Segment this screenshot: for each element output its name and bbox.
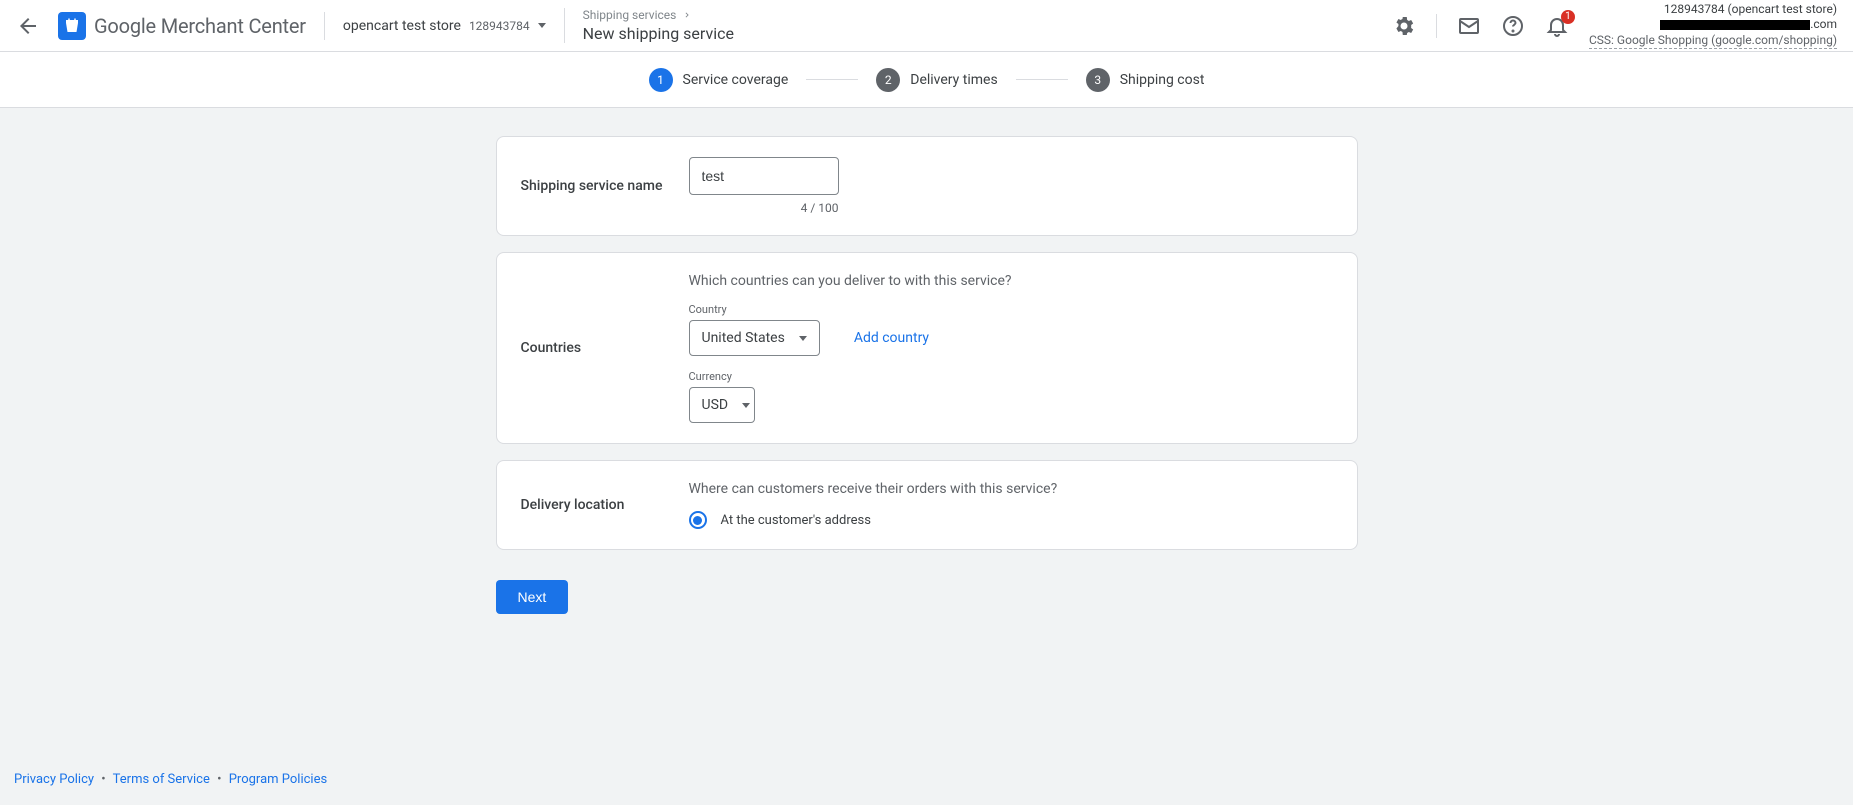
shipping-service-name-input[interactable] <box>689 157 839 195</box>
card-delivery-location: Delivery location Where can customers re… <box>496 460 1358 550</box>
account-info: 128943784 (opencart test store) .com CSS… <box>1589 2 1837 50</box>
countries-question: Which countries can you deliver to with … <box>689 273 1333 289</box>
divider <box>324 12 325 40</box>
radio-checked-icon <box>693 516 702 525</box>
chevron-right-icon <box>682 10 692 20</box>
char-counter: 4 / 100 <box>689 201 839 215</box>
step-connector <box>806 79 858 80</box>
currency-field-label: Currency <box>689 370 1333 383</box>
program-policies-link[interactable]: Program Policies <box>229 772 327 787</box>
notifications-icon[interactable]: 1 <box>1545 14 1569 38</box>
country-field-label: Country <box>689 303 1333 316</box>
top-bar: Google Merchant Center opencart test sto… <box>0 0 1853 52</box>
label-countries: Countries <box>521 340 582 356</box>
radio-customer-address[interactable] <box>689 511 707 529</box>
label-shipping-service-name: Shipping service name <box>521 178 663 194</box>
store-id: 128943784 <box>469 19 530 33</box>
account-line1: 128943784 (opencart test store) <box>1589 2 1837 18</box>
mail-icon[interactable] <box>1457 14 1481 38</box>
step-number: 2 <box>876 68 900 92</box>
merchant-center-tag-icon <box>58 12 86 40</box>
notification-badge: 1 <box>1561 10 1575 24</box>
app-name: Google Merchant Center <box>94 14 306 38</box>
radio-customer-address-label: At the customer's address <box>721 513 871 528</box>
step-delivery-times[interactable]: 2 Delivery times <box>876 68 997 92</box>
card-countries: Countries Which countries can you delive… <box>496 252 1358 444</box>
breadcrumb-block: Shipping services New shipping service <box>564 8 734 43</box>
app-logo: Google Merchant Center <box>58 12 306 40</box>
currency-select[interactable]: USD <box>689 387 755 423</box>
css-shopping-line: CSS: Google Shopping (google.com/shoppin… <box>1589 33 1837 50</box>
step-shipping-cost[interactable]: 3 Shipping cost <box>1086 68 1205 92</box>
step-number: 3 <box>1086 68 1110 92</box>
privacy-policy-link[interactable]: Privacy Policy <box>14 772 94 787</box>
redacted-email <box>1660 20 1810 30</box>
label-delivery-location: Delivery location <box>521 497 625 513</box>
help-icon[interactable] <box>1501 14 1525 38</box>
caret-down-icon <box>538 23 546 28</box>
add-country-link[interactable]: Add country <box>854 330 929 346</box>
page-title: New shipping service <box>583 24 734 43</box>
settings-icon[interactable] <box>1392 14 1416 38</box>
country-select[interactable]: United States <box>689 320 820 356</box>
store-selector[interactable]: opencart test store 128943784 <box>343 18 546 34</box>
divider <box>1436 14 1437 38</box>
stepper: 1 Service coverage 2 Delivery times 3 Sh… <box>0 52 1853 108</box>
delivery-location-question: Where can customers receive their orders… <box>689 481 1333 497</box>
main-area: Shipping service name 4 / 100 Countries … <box>0 108 1853 805</box>
step-service-coverage[interactable]: 1 Service coverage <box>649 68 789 92</box>
caret-down-icon <box>799 336 807 341</box>
step-number: 1 <box>649 68 673 92</box>
card-shipping-service-name: Shipping service name 4 / 100 <box>496 136 1358 236</box>
breadcrumb-parent[interactable]: Shipping services <box>583 8 677 22</box>
step-connector <box>1016 79 1068 80</box>
next-button[interactable]: Next <box>496 580 569 614</box>
back-arrow-icon[interactable] <box>16 14 40 38</box>
store-name: opencart test store <box>343 18 461 34</box>
footer-links: Privacy Policy • Terms of Service • Prog… <box>14 772 327 787</box>
terms-of-service-link[interactable]: Terms of Service <box>113 772 210 787</box>
caret-down-icon <box>742 403 750 408</box>
